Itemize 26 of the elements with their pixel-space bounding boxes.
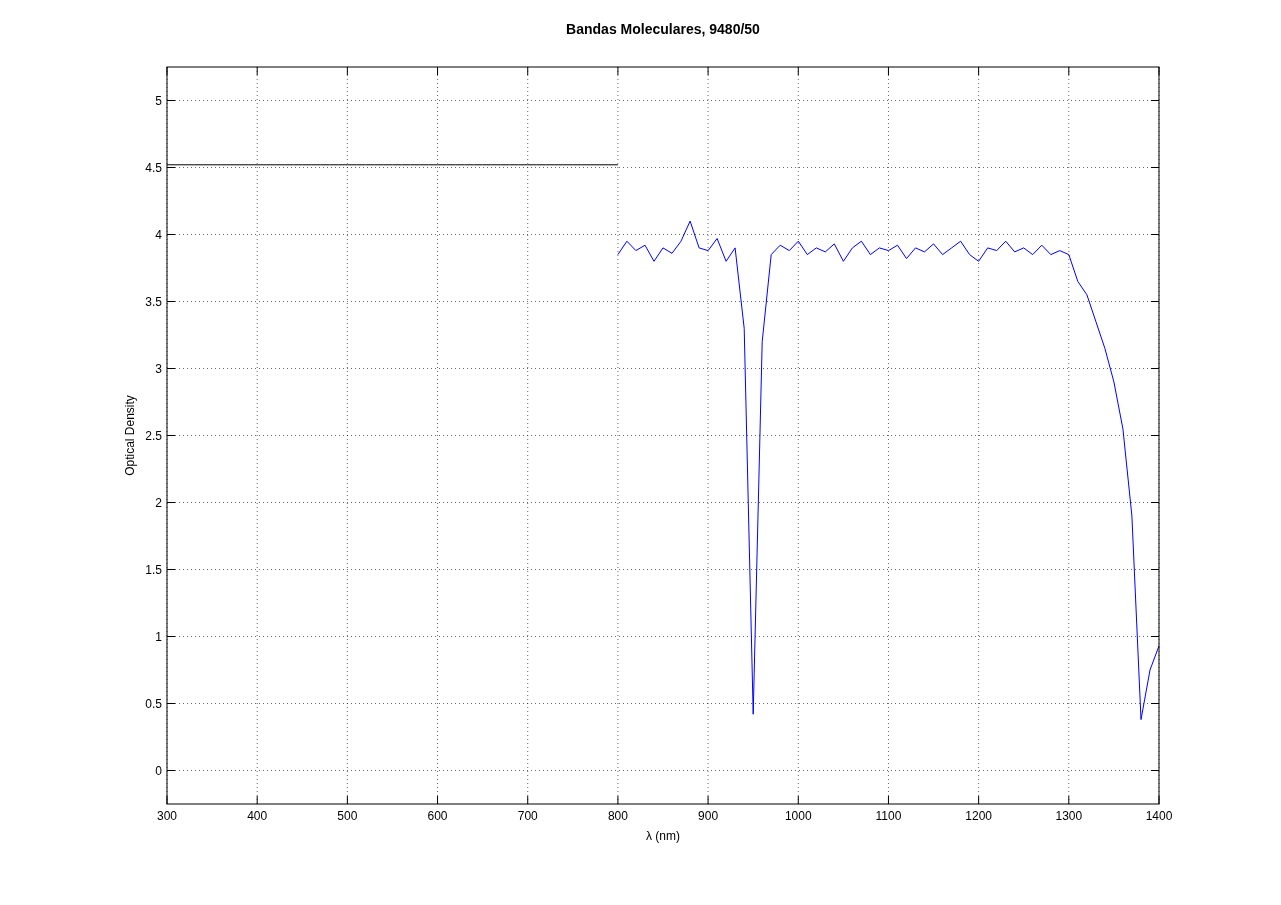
y-tick-label: 0.5 <box>145 696 162 711</box>
x-tick-label: 1100 <box>875 809 902 823</box>
y-tick-label: 3 <box>155 361 162 376</box>
y-tick-label: 1 <box>155 629 162 644</box>
x-tick-label: 600 <box>427 809 448 823</box>
y-axis-label: Optical Density <box>123 395 137 476</box>
y-tick-label: 4.5 <box>145 160 162 175</box>
x-tick-label: 400 <box>247 809 268 823</box>
x-tick-label: 1200 <box>965 809 992 823</box>
x-axis-label: λ (nm) <box>646 829 680 843</box>
chart-title: Bandas Moleculares, 9480/50 <box>566 21 760 37</box>
x-tick-label: 500 <box>337 809 358 823</box>
x-tick-label: 800 <box>607 809 628 823</box>
y-tick-label: 2 <box>155 495 162 510</box>
x-tick-label: 1300 <box>1055 809 1083 823</box>
y-tick-label: 2.5 <box>145 428 162 443</box>
y-tick-label: 5 <box>155 93 162 108</box>
y-tick-label: 3.5 <box>145 294 162 309</box>
x-tick-label: 700 <box>517 809 538 823</box>
y-tick-label: 1.5 <box>145 562 162 577</box>
x-tick-label: 1000 <box>784 809 812 823</box>
y-tick-label: 4 <box>155 227 162 242</box>
x-tick-label: 300 <box>157 809 177 823</box>
y-tick-label: 0 <box>155 763 162 778</box>
x-tick-label: 900 <box>698 809 719 823</box>
x-tick-label: 1400 <box>1145 809 1173 823</box>
